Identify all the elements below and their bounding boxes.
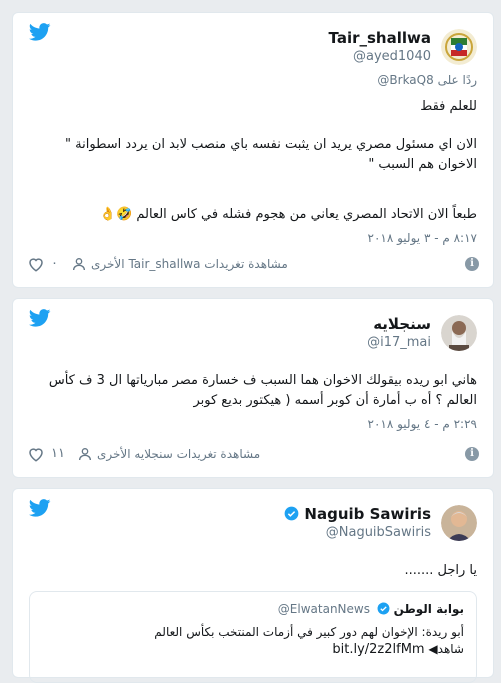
quote-handle: @ElwatanNews bbox=[277, 602, 370, 616]
tweet-text-line: هاني ابو ريده بيقولك الاخوان هما السبب ف… bbox=[48, 373, 477, 408]
person-icon[interactable] bbox=[71, 256, 87, 272]
tweet-text-line: يا راجل ....... bbox=[404, 563, 477, 578]
handle[interactable]: @ayed1040 bbox=[329, 48, 431, 66]
reply-to-handle[interactable]: @BrkaQ8 bbox=[377, 73, 433, 87]
info-icon[interactable]: i bbox=[465, 257, 479, 271]
avatar[interactable] bbox=[441, 315, 477, 351]
timestamp[interactable]: ٢:٢٩ م - ٤ يوليو ٢٠١٨ bbox=[29, 417, 477, 431]
handle[interactable]: @i17_mai bbox=[367, 334, 431, 352]
info-icon[interactable]: i bbox=[465, 447, 479, 461]
quote-author: @ElwatanNews بوابة الوطن bbox=[278, 602, 464, 616]
quote-link[interactable]: bit.ly/2z2lfMm bbox=[332, 642, 424, 657]
like-count: ١١ bbox=[51, 446, 65, 461]
more-tweets-link[interactable]: مشاهدة تغريدات سنجلايه الأخرى bbox=[97, 447, 260, 461]
tweet-text-line: الان اي مسئول مصري يريد ان يثبت نفسه باي… bbox=[65, 137, 477, 172]
tweet-card: Tair_shallwa @ayed1040 ردًا على @BrkaQ8 … bbox=[12, 12, 494, 288]
tweet-actions: ٠ مشاهدة تغريدات Tair_shallwa الأخرى i bbox=[27, 255, 479, 275]
author-names: Naguib Sawiris @NaguibSawiris bbox=[281, 505, 431, 542]
like-count: ٠ bbox=[51, 256, 58, 271]
reply-prefix: ردًا على bbox=[437, 73, 477, 87]
display-name-text: Naguib Sawiris bbox=[304, 505, 431, 523]
person-icon[interactable] bbox=[77, 446, 93, 462]
twitter-bird-icon[interactable] bbox=[29, 23, 51, 41]
handle[interactable]: @NaguibSawiris bbox=[281, 524, 431, 542]
reply-context: ردًا على @BrkaQ8 bbox=[29, 73, 477, 87]
tweet-card: سنجلايه @i17_mai هاني ابو ريده بيقولك ال… bbox=[12, 298, 494, 478]
like-heart-icon[interactable] bbox=[27, 255, 45, 273]
quote-name: بوابة الوطن bbox=[393, 602, 464, 616]
verified-badge-icon bbox=[284, 506, 299, 521]
display-name[interactable]: سنجلايه bbox=[367, 315, 431, 334]
like-heart-icon[interactable] bbox=[27, 445, 45, 463]
timestamp[interactable]: ٨:١٧ م - ٣ يوليو ٢٠١٨ bbox=[29, 231, 477, 245]
twitter-bird-icon[interactable] bbox=[29, 309, 51, 327]
display-name[interactable]: Naguib Sawiris bbox=[281, 505, 431, 524]
tweet-text-line: للعلم فقط bbox=[420, 99, 477, 114]
quoted-tweet[interactable]: @ElwatanNews بوابة الوطن أبو ريدة: الإخو… bbox=[29, 591, 477, 683]
twitter-bird-icon[interactable] bbox=[29, 499, 51, 517]
quote-body: أبو ريدة: الإخوان لهم دور كبير في أزمات … bbox=[154, 625, 464, 639]
tweet-card: Naguib Sawiris @NaguibSawiris يا راجل ..… bbox=[12, 488, 494, 683]
author-names: Tair_shallwa @ayed1040 bbox=[329, 29, 431, 66]
verified-badge-icon bbox=[377, 602, 390, 615]
more-tweets-link[interactable]: مشاهدة تغريدات Tair_shallwa الأخرى bbox=[91, 257, 288, 271]
avatar[interactable] bbox=[441, 29, 477, 65]
display-name[interactable]: Tair_shallwa bbox=[329, 29, 431, 48]
tweet-actions: ١١ مشاهدة تغريدات سنجلايه الأخرى i bbox=[27, 445, 479, 465]
quote-link-prefix: شاهد◀ bbox=[428, 642, 464, 656]
quote-text: أبو ريدة: الإخوان لهم دور كبير في أزمات … bbox=[42, 624, 464, 658]
tweet-text-line: طبعاً الان الاتحاد المصري يعاني من هجوم … bbox=[99, 207, 477, 222]
author-names: سنجلايه @i17_mai bbox=[367, 315, 431, 352]
avatar[interactable] bbox=[441, 505, 477, 541]
